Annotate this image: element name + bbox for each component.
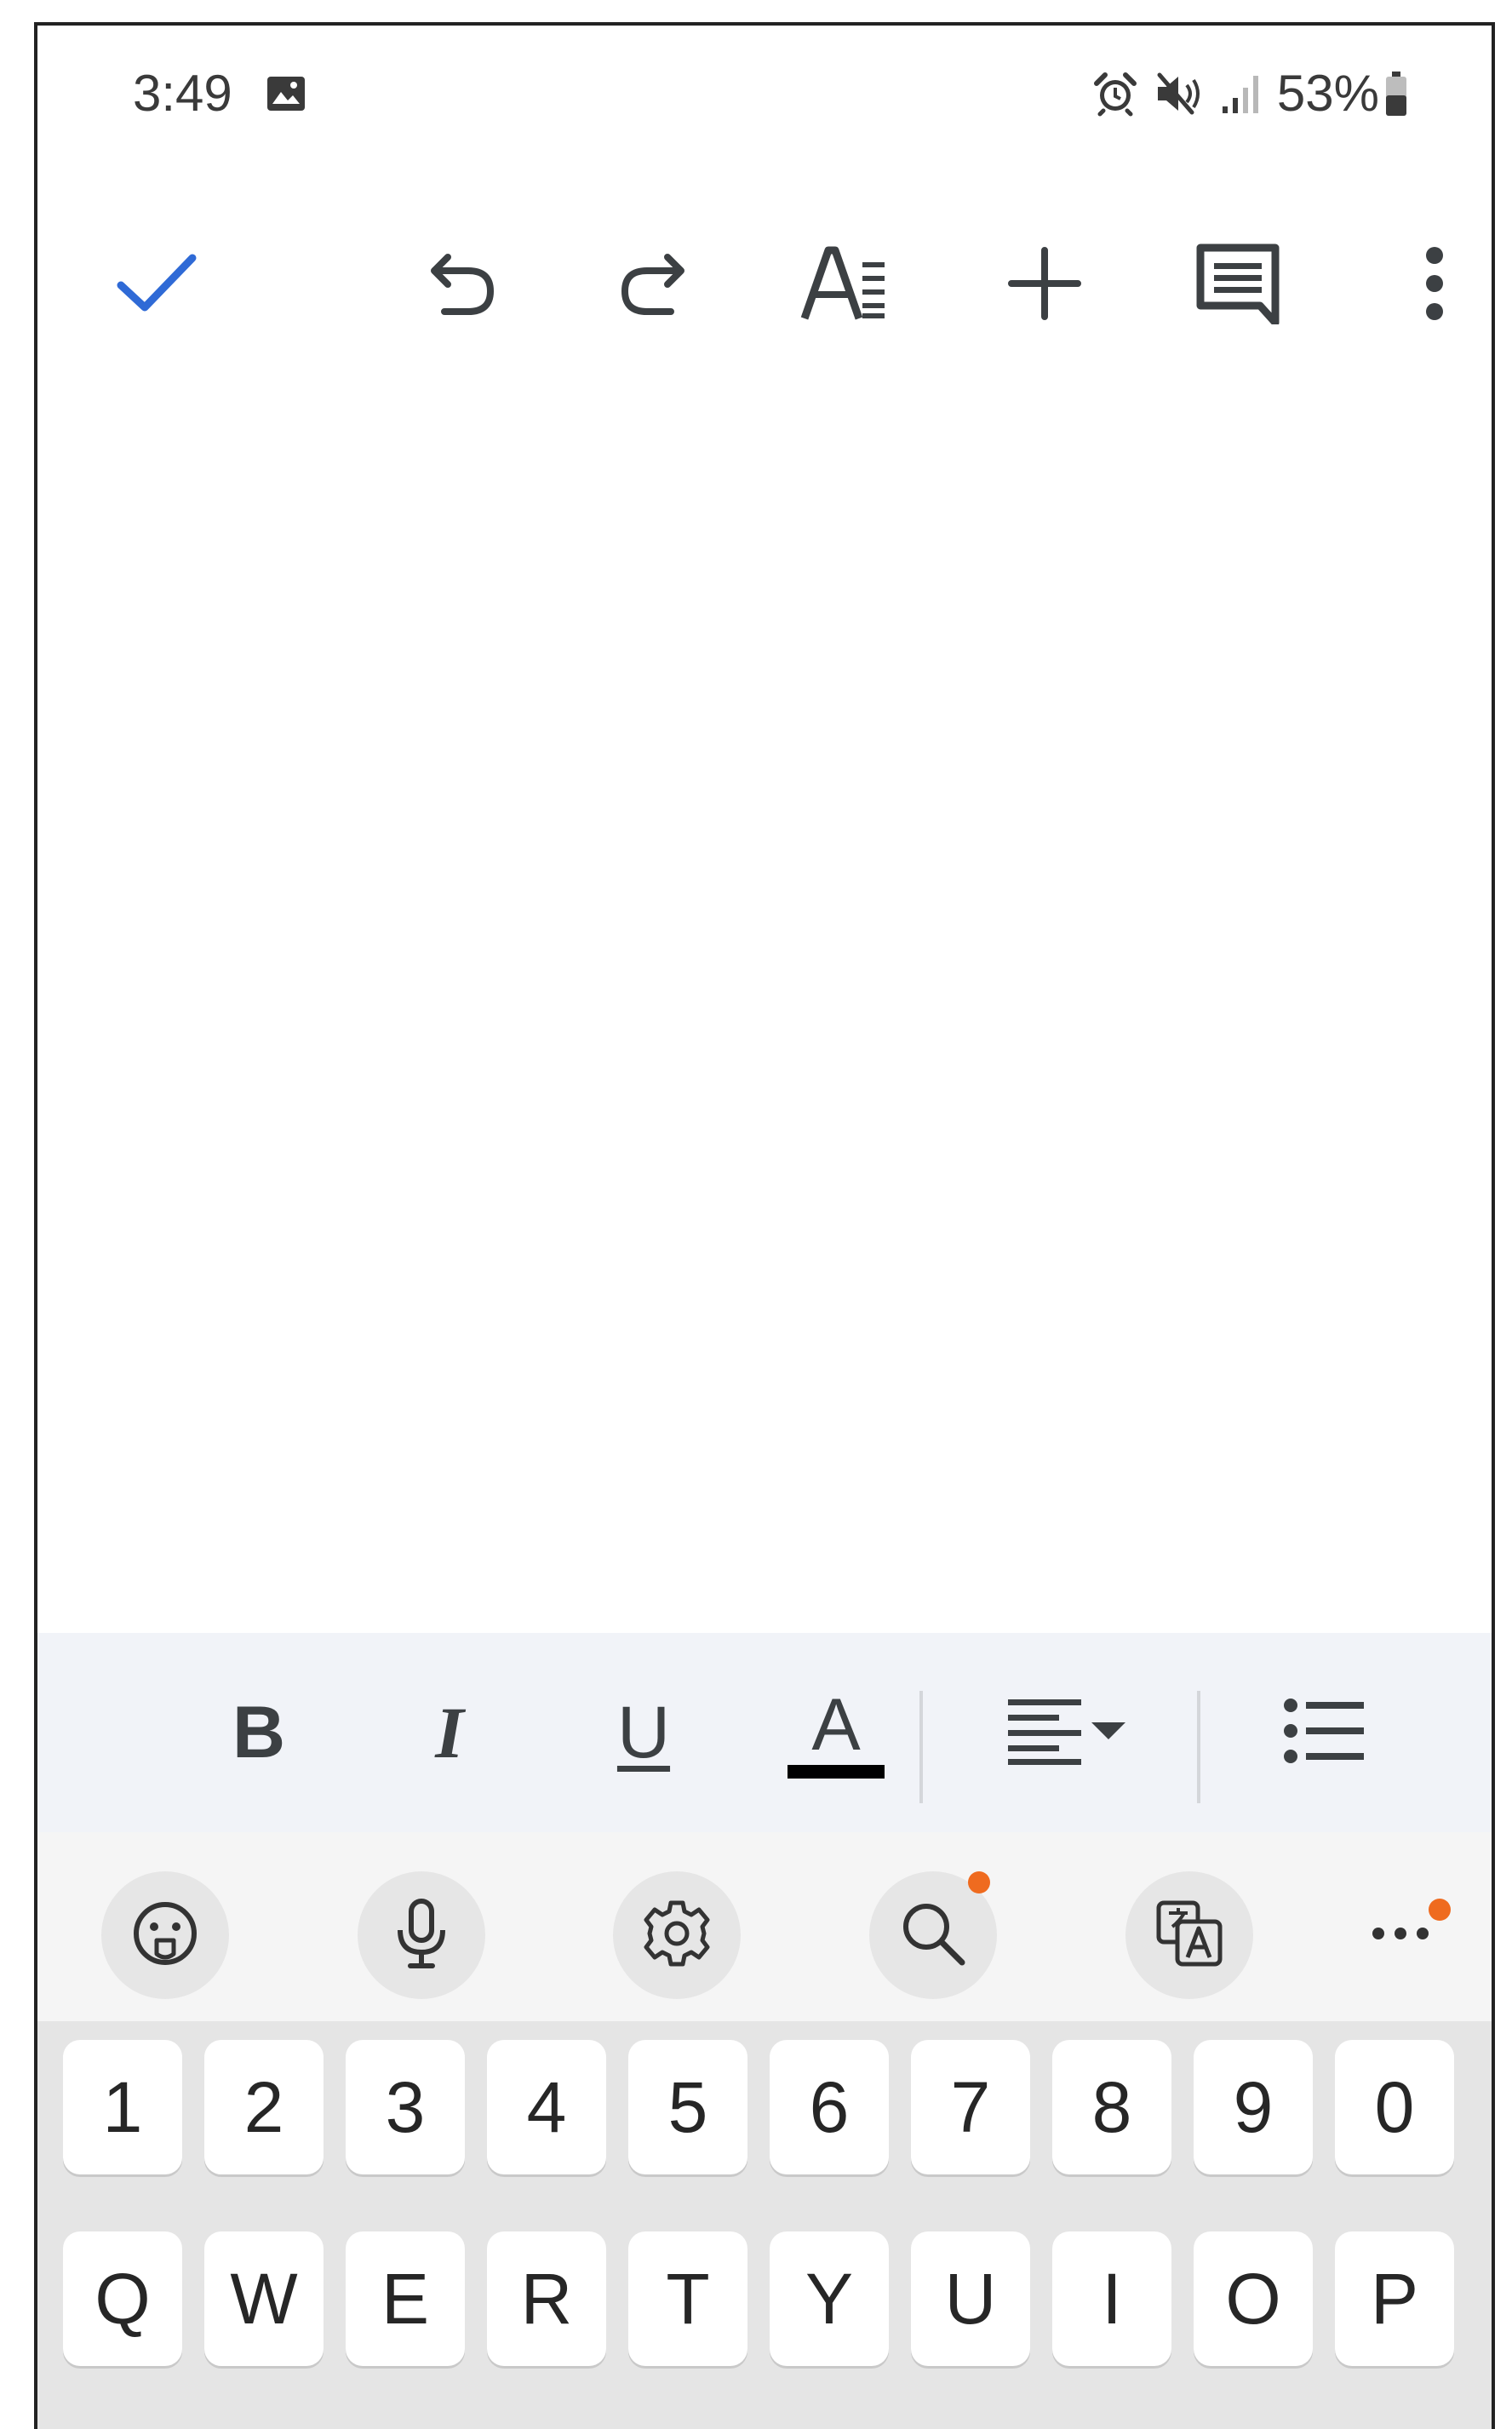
check-icon — [116, 249, 198, 322]
comment-button[interactable] — [1183, 213, 1293, 358]
text-color-button[interactable]: A — [768, 1633, 904, 1832]
status-bar: 3:49 53% — [37, 26, 1492, 153]
key-u[interactable]: U — [911, 2231, 1030, 2366]
key-0[interactable]: 0 — [1335, 2040, 1454, 2174]
redo-icon — [616, 247, 690, 324]
key-7[interactable]: 7 — [911, 2040, 1030, 2174]
key-i[interactable]: I — [1052, 2231, 1171, 2366]
phone-screen: 3:49 53% B I U A 1 2 3 4 5 6 7 8 9 0 Q W… — [34, 22, 1495, 2429]
key-1[interactable]: 1 — [63, 2040, 182, 2174]
voice-input-button[interactable] — [358, 1871, 485, 1999]
key-w[interactable]: W — [204, 2231, 324, 2366]
keyboard-search-button[interactable] — [869, 1871, 997, 1999]
text-color-swatch — [788, 1765, 885, 1779]
emoji-icon — [131, 1899, 199, 1972]
text-color-label: A — [811, 1684, 861, 1766]
key-8[interactable]: 8 — [1052, 2040, 1171, 2174]
key-9[interactable]: 9 — [1194, 2040, 1313, 2174]
bold-label: B — [232, 1691, 286, 1773]
status-indicators: 53% — [1091, 63, 1408, 124]
document-editor[interactable] — [37, 366, 1492, 1643]
underline-label: U — [616, 1691, 671, 1773]
underline-button[interactable]: U — [576, 1633, 712, 1832]
format-divider — [1197, 1691, 1200, 1803]
more-vertical-icon — [1422, 245, 1447, 326]
undo-button[interactable] — [407, 213, 518, 358]
key-o[interactable]: O — [1194, 2231, 1313, 2366]
align-left-icon — [1006, 1693, 1085, 1773]
more-horizontal-icon — [1370, 1925, 1438, 1946]
key-5[interactable]: 5 — [628, 2040, 747, 2174]
gallery-icon — [266, 75, 306, 112]
emoji-button[interactable] — [101, 1871, 229, 1999]
key-p[interactable]: P — [1335, 2231, 1454, 2366]
letter-row: QWERTYUIOP — [63, 2231, 1469, 2366]
bulleted-list-icon — [1284, 1697, 1366, 1769]
format-divider — [919, 1691, 923, 1803]
italic-button[interactable]: I — [381, 1633, 518, 1832]
keyboard-more-button[interactable] — [1340, 1871, 1468, 1999]
translate-icon — [1154, 1898, 1225, 1974]
insert-button[interactable] — [989, 213, 1100, 358]
comment-icon — [1195, 243, 1280, 329]
translate-button[interactable] — [1125, 1871, 1253, 1999]
mute-icon — [1153, 70, 1204, 117]
status-time: 3:49 — [133, 65, 232, 122]
settings-icon — [643, 1899, 711, 1972]
key-area: 1234567890 QWERTYUIOP — [37, 2021, 1492, 2429]
battery-icon — [1384, 70, 1408, 117]
key-3[interactable]: 3 — [346, 2040, 465, 2174]
keyboard-toolbar — [37, 1832, 1492, 2019]
alignment-button[interactable] — [986, 1633, 1148, 1832]
redo-button[interactable] — [598, 213, 708, 358]
search-icon — [899, 1899, 967, 1972]
insert-icon — [1008, 246, 1081, 324]
keyboard-settings-button[interactable] — [613, 1871, 741, 1999]
format-bar: B I U A — [37, 1633, 1492, 1832]
bulleted-list-button[interactable] — [1257, 1633, 1393, 1832]
more-options-button[interactable] — [1379, 213, 1490, 358]
notification-dot — [1429, 1899, 1451, 1921]
bold-button[interactable]: B — [191, 1633, 327, 1832]
done-button[interactable] — [101, 213, 212, 358]
microphone-icon — [392, 1898, 451, 1974]
editor-toolbar — [37, 213, 1492, 358]
notification-dot — [968, 1871, 990, 1893]
key-6[interactable]: 6 — [770, 2040, 889, 2174]
text-format-icon — [799, 245, 893, 326]
keyboard: 1234567890 QWERTYUIOP — [37, 1832, 1492, 2429]
key-e[interactable]: E — [346, 2231, 465, 2366]
text-format-button[interactable] — [791, 213, 902, 358]
alarm-icon — [1091, 70, 1139, 117]
key-4[interactable]: 4 — [487, 2040, 606, 2174]
undo-icon — [426, 247, 499, 324]
dropdown-arrow-icon — [1090, 1721, 1127, 1745]
key-y[interactable]: Y — [770, 2231, 889, 2366]
number-row: 1234567890 — [63, 2040, 1469, 2174]
battery-percentage: 53% — [1276, 65, 1379, 122]
signal-icon — [1219, 72, 1262, 115]
key-r[interactable]: R — [487, 2231, 606, 2366]
italic-label: I — [435, 1692, 464, 1773]
key-t[interactable]: T — [628, 2231, 747, 2366]
key-2[interactable]: 2 — [204, 2040, 324, 2174]
key-q[interactable]: Q — [63, 2231, 182, 2366]
